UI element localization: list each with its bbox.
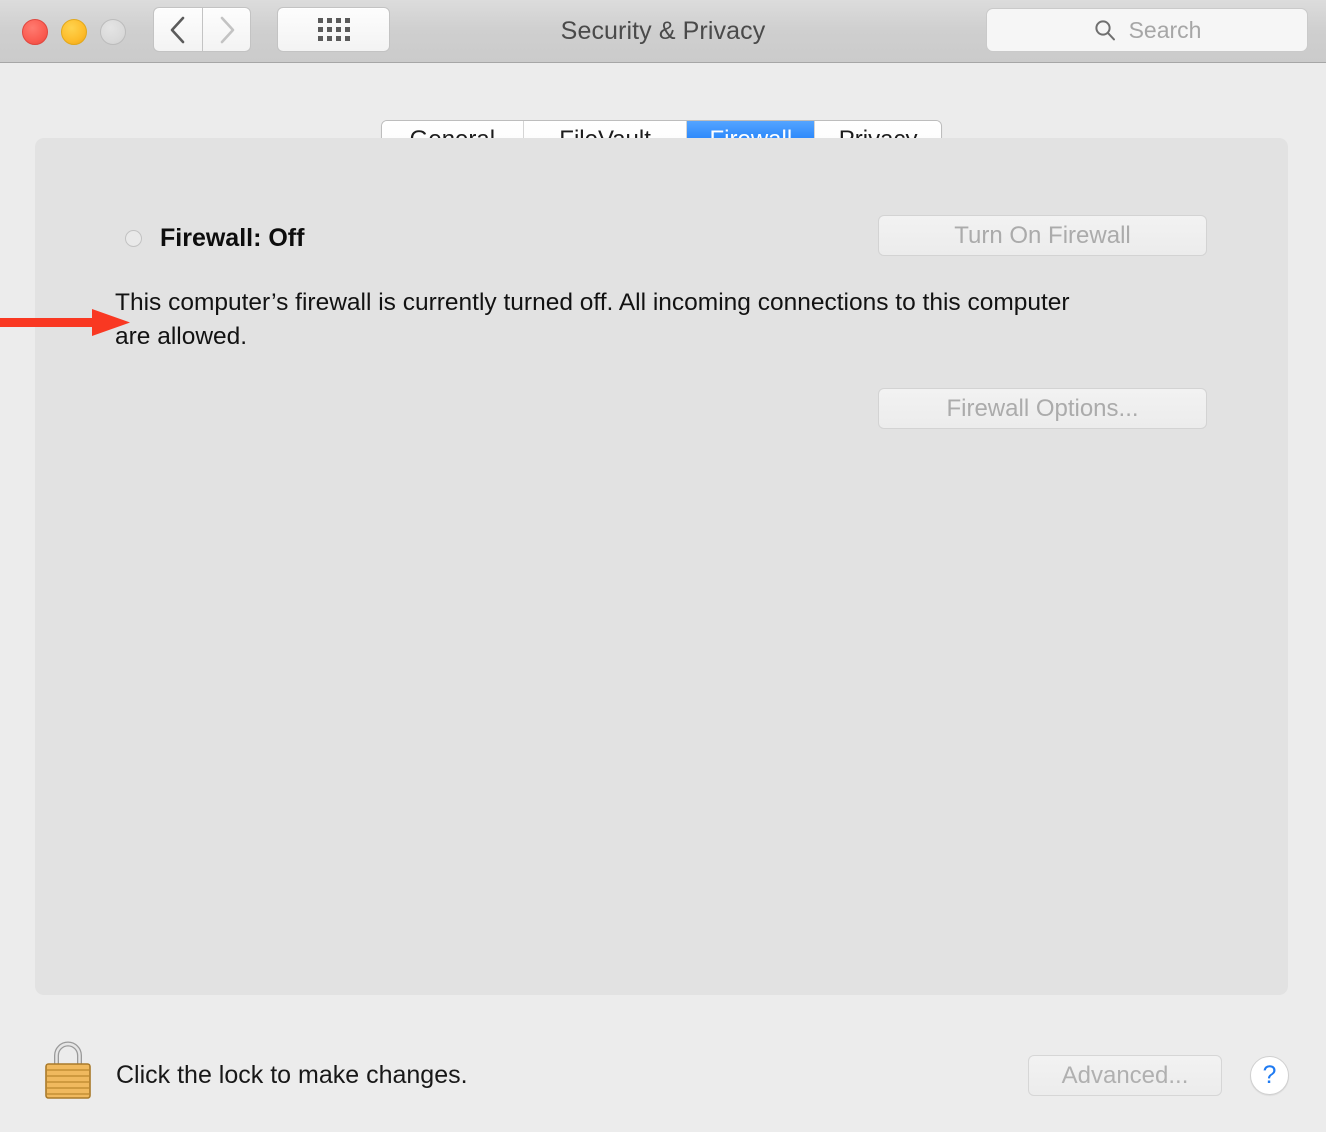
search-input[interactable]: Search bbox=[986, 8, 1308, 52]
show-all-preferences-button[interactable] bbox=[277, 7, 390, 52]
zoom-window-button[interactable] bbox=[100, 19, 126, 45]
close-window-button[interactable] bbox=[22, 19, 48, 45]
chevron-left-icon bbox=[170, 16, 185, 43]
search-icon bbox=[1094, 20, 1115, 41]
search-placeholder: Search bbox=[1128, 16, 1202, 43]
minimize-window-button[interactable] bbox=[61, 19, 87, 45]
turn-on-firewall-button[interactable]: Turn On Firewall bbox=[878, 215, 1207, 256]
firewall-settings-panel: Firewall: Off This computer’s firewall i… bbox=[35, 138, 1288, 995]
chevron-right-icon bbox=[220, 16, 234, 43]
forward-button[interactable] bbox=[202, 7, 251, 52]
preferences-content: General FileVault Firewall Privacy Firew… bbox=[0, 63, 1326, 1132]
firewall-status-radio[interactable] bbox=[125, 230, 142, 247]
show-all-grid-icon bbox=[317, 18, 350, 41]
firewall-status-row: Firewall: Off bbox=[125, 224, 304, 253]
padlock-closed-icon[interactable] bbox=[42, 1039, 94, 1101]
firewall-description-text: This computer’s firewall is currently tu… bbox=[115, 289, 1070, 350]
security-privacy-window: Security & Privacy Search General FileVa… bbox=[0, 0, 1326, 1132]
window-titlebar: Security & Privacy Search bbox=[0, 0, 1326, 63]
help-button[interactable]: ? bbox=[1250, 1056, 1289, 1095]
firewall-status-label: Firewall: Off bbox=[160, 224, 305, 252]
lock-instruction-text: Click the lock to make changes. bbox=[116, 1061, 468, 1089]
firewall-options-button[interactable]: Firewall Options... bbox=[878, 388, 1207, 429]
back-button[interactable] bbox=[153, 7, 202, 52]
advanced-button[interactable]: Advanced... bbox=[1028, 1055, 1222, 1096]
traffic-light-controls bbox=[22, 19, 126, 45]
navigation-button-group bbox=[153, 7, 251, 52]
